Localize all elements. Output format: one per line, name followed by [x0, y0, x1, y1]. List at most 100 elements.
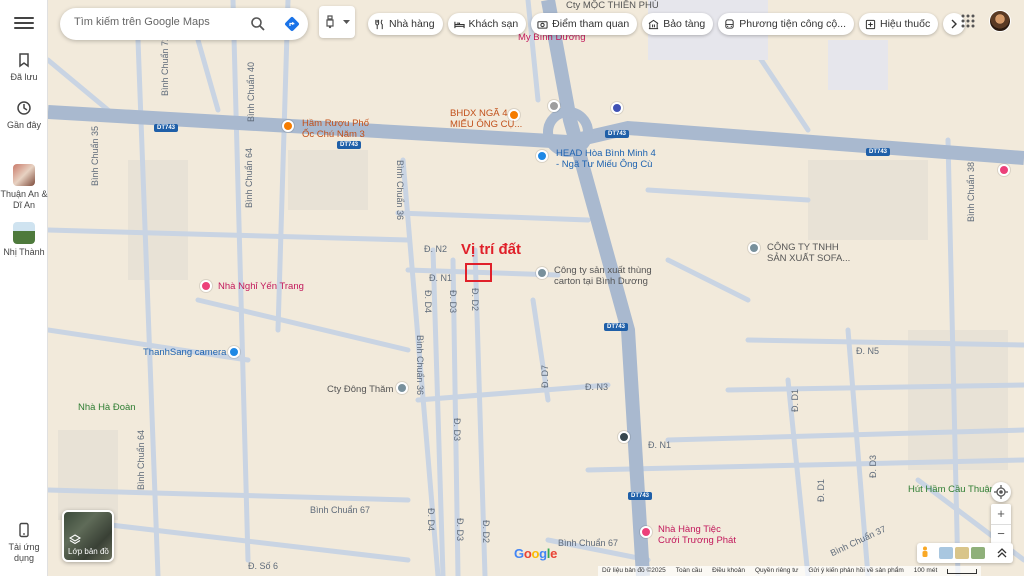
place-thumbnail: [13, 164, 35, 186]
rail-place-thuan-an[interactable]: Thuận An & Dĩ An: [0, 164, 48, 211]
directions-icon[interactable]: [284, 16, 300, 32]
place-icon[interactable]: [396, 382, 408, 394]
map-canvas[interactable]: DT743 DT743 DT743 DT743 DT743 DT743 Bình…: [48, 0, 1024, 576]
road-shield: DT743: [605, 130, 630, 138]
rail-get-app[interactable]: Tải ứng dụng: [0, 522, 48, 564]
search-input[interactable]: [74, 16, 244, 28]
feedback-link[interactable]: Gửi ý kiến phản hồi về sản phẩm: [808, 567, 903, 575]
street-label: Đ. N1: [648, 440, 672, 450]
chip-museums[interactable]: Bảo tàng: [642, 13, 714, 35]
transit-icon[interactable]: [611, 102, 623, 114]
poi-label[interactable]: Nhà Hà Đoàn: [78, 402, 136, 413]
zoom-in-button[interactable]: +: [991, 504, 1011, 524]
layers-button[interactable]: Lớp bản đồ: [62, 510, 114, 562]
google-logo: Google: [514, 546, 558, 561]
motorbike-icon: [326, 15, 334, 29]
rail-recent[interactable]: Gần đây: [0, 100, 48, 131]
pegman-icon[interactable]: [921, 546, 929, 560]
place-icon[interactable]: [998, 164, 1010, 176]
street-label: Đ. N2: [424, 244, 448, 254]
chip-hotels[interactable]: Khách sạn: [447, 13, 527, 35]
poi-label[interactable]: Hầm Rượu Phố Ốc Chú Năm 3: [302, 118, 369, 140]
expand-up-icon[interactable]: [997, 548, 1007, 558]
poi-label[interactable]: CÔNG TY TNHH SẢN XUẤT SOFA...: [767, 242, 850, 264]
imagery-thumbnail[interactable]: [939, 547, 953, 559]
road-shield: DT743: [628, 492, 653, 500]
street-label: Đ. D2: [481, 520, 491, 544]
chip-transit[interactable]: Phương tiện công cộ...: [718, 13, 854, 35]
category-chips: Nhà hàng Khách sạn Điểm tham quan Bảo tà…: [368, 13, 966, 35]
place-icon[interactable]: [548, 100, 560, 112]
chevron-right-icon: [951, 19, 958, 29]
imagery-thumbnail[interactable]: [955, 547, 969, 559]
street-label: Bình Chuẩn 67: [558, 538, 619, 548]
imagery-strip[interactable]: [917, 543, 1013, 563]
map-data-credit[interactable]: Dữ liệu bản đồ ©2025: [602, 567, 666, 575]
poi-label[interactable]: Nhà Nghỉ Yến Trang: [218, 281, 304, 292]
street-label: Đ. D3: [455, 518, 465, 542]
museum-icon: [648, 19, 659, 29]
avatar[interactable]: [989, 10, 1011, 32]
street-label: Bình Chuẩn 40: [246, 61, 256, 122]
map-roads: [48, 0, 1024, 576]
shop-icon[interactable]: [228, 346, 240, 358]
travel-mode-button[interactable]: [319, 6, 355, 38]
poi-label[interactable]: Hút Hầm Cầu Thuận: [908, 484, 995, 495]
rail-place2-label: Nhị Thành: [3, 247, 45, 257]
poi-label[interactable]: ThanhSang camera: [143, 347, 226, 358]
bookmark-icon: [19, 53, 29, 68]
search-box[interactable]: [60, 8, 308, 40]
scale-label[interactable]: 100 mét: [914, 567, 938, 575]
chip-label: Bảo tàng: [663, 18, 706, 30]
chip-restaurants[interactable]: Nhà hàng: [368, 13, 443, 35]
rail-place1-label: Thuận An & Dĩ An: [0, 189, 48, 210]
street-label: Đ. D3: [448, 290, 458, 314]
road-shield: DT743: [154, 124, 179, 132]
street-label: Đ. D7: [540, 364, 550, 388]
land-location-annotation: Vị trí đất: [461, 241, 522, 258]
my-location-button[interactable]: [991, 482, 1011, 502]
street-label: Bình Chuẩn 35: [90, 125, 100, 186]
street-label: Đ. D2: [470, 288, 480, 312]
street-label: Đ. D3: [868, 454, 878, 478]
scale-bar: [947, 569, 978, 574]
hotel-icon[interactable]: [200, 280, 212, 292]
place-icon[interactable]: [748, 242, 760, 254]
phone-icon: [19, 522, 29, 538]
street-label: Bình Chuẩn 38: [966, 161, 976, 222]
terms-link[interactable]: Điều khoản: [712, 567, 745, 575]
street-label: Đ. N1: [429, 273, 453, 283]
restaurant-icon[interactable]: [282, 120, 294, 132]
imagery-thumbnail[interactable]: [971, 547, 985, 559]
search-icon[interactable]: [250, 16, 266, 32]
poi-label[interactable]: HEAD Hòa Bình Minh 4 - Ngã Tư Miếu Ông C…: [556, 148, 656, 170]
street-label: Đ. N5: [856, 346, 880, 356]
restaurant-icon[interactable]: [640, 526, 652, 538]
street-label: Bình Chuẩn 64: [136, 429, 146, 490]
rail-saved[interactable]: Đã lưu: [0, 52, 48, 83]
global-link[interactable]: Toàn cầu: [676, 567, 702, 575]
street-label: Bình Chuẩn 36: [395, 160, 405, 221]
pharmacy-icon: [865, 19, 876, 29]
poi-label[interactable]: Cty MỘC THIÊN PHÚ: [566, 0, 659, 11]
privacy-link[interactable]: Quyền riêng tư: [755, 567, 798, 575]
bus-stop-icon[interactable]: [618, 431, 630, 443]
street-label: Bình Chuẩn 64: [244, 147, 254, 208]
place-icon[interactable]: [536, 267, 548, 279]
poi-label[interactable]: Công ty sản xuất thùng carton tại Bình D…: [554, 265, 652, 287]
history-icon: [17, 101, 31, 115]
menu-icon[interactable]: [14, 14, 34, 34]
poi-label[interactable]: BHDX NGÃ 4 MIẾU ÔNG CỤ...: [450, 108, 522, 130]
chip-label: Nhà hàng: [389, 18, 435, 30]
chip-label: Hiệu thuốc: [880, 18, 931, 30]
land-location-marker: [465, 263, 492, 282]
rail-place-nhi-thanh[interactable]: Nhị Thành: [0, 222, 48, 258]
zoom-out-button[interactable]: −: [991, 524, 1011, 544]
shop-icon[interactable]: [536, 150, 548, 162]
poi-label[interactable]: Cty Đông Thăm: [327, 384, 393, 395]
layers-icon: [69, 534, 81, 545]
apps-grid-icon[interactable]: [961, 14, 975, 28]
chip-pharmacy[interactable]: Hiệu thuốc: [859, 13, 939, 35]
poi-label[interactable]: Nhà Hàng Tiệc Cưới Trương Phát: [658, 524, 736, 546]
chip-attractions[interactable]: Điểm tham quan: [531, 13, 638, 35]
